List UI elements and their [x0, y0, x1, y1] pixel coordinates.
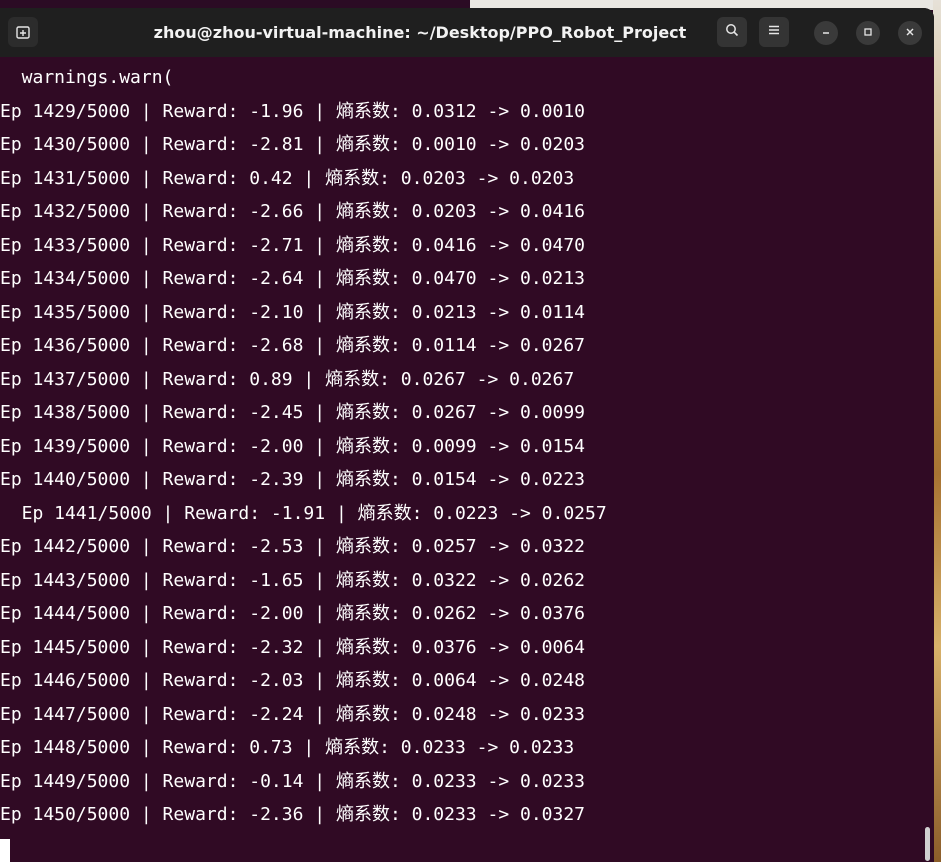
- scrollbar-thumb[interactable]: [925, 827, 930, 861]
- terminal-line: Ep 1432/5000 | Reward: -2.66 | 熵系数: 0.02…: [0, 201, 586, 222]
- terminal-line: Ep 1437/5000 | Reward: 0.89 | 熵系数: 0.026…: [0, 369, 575, 390]
- maximize-button[interactable]: [856, 21, 880, 45]
- terminal-line: warnings.warn(: [0, 67, 174, 88]
- terminal-line: Ep 1443/5000 | Reward: -1.65 | 熵系数: 0.03…: [0, 570, 586, 591]
- search-button[interactable]: [717, 17, 747, 47]
- terminal-line: Ep 1429/5000 | Reward: -1.96 | 熵系数: 0.03…: [0, 101, 586, 122]
- terminal-line: Ep 1435/5000 | Reward: -2.10 | 熵系数: 0.02…: [0, 302, 586, 323]
- terminal-line: Ep 1444/5000 | Reward: -2.00 | 熵系数: 0.02…: [0, 603, 586, 624]
- close-icon: [905, 24, 915, 42]
- terminal-window: zhou@zhou-virtual-machine: ~/Desktop/PPO…: [0, 8, 934, 862]
- menu-button[interactable]: [759, 17, 789, 47]
- hamburger-menu-icon: [767, 23, 781, 41]
- terminal-line: Ep 1450/5000 | Reward: -2.36 | 熵系数: 0.02…: [0, 804, 586, 825]
- terminal-output[interactable]: warnings.warn( Ep 1429/5000 | Reward: -1…: [0, 57, 934, 862]
- terminal-line: Ep 1441/5000 | Reward: -1.91 | 熵系数: 0.02…: [0, 503, 607, 524]
- search-icon: [725, 23, 739, 41]
- terminal-line: Ep 1433/5000 | Reward: -2.71 | 熵系数: 0.04…: [0, 235, 586, 256]
- terminal-line: Ep 1440/5000 | Reward: -2.39 | 熵系数: 0.01…: [0, 469, 586, 490]
- terminal-line: Ep 1436/5000 | Reward: -2.68 | 熵系数: 0.01…: [0, 335, 586, 356]
- terminal-line: Ep 1442/5000 | Reward: -2.53 | 熵系数: 0.02…: [0, 536, 586, 557]
- terminal-line: Ep 1439/5000 | Reward: -2.00 | 熵系数: 0.00…: [0, 436, 586, 457]
- desktop-background-edge: [933, 0, 941, 862]
- terminal-line: Ep 1449/5000 | Reward: -0.14 | 熵系数: 0.02…: [0, 771, 586, 792]
- title-bar[interactable]: zhou@zhou-virtual-machine: ~/Desktop/PPO…: [0, 8, 934, 57]
- window-title: zhou@zhou-virtual-machine: ~/Desktop/PPO…: [153, 23, 687, 42]
- terminal-line: Ep 1431/5000 | Reward: 0.42 | 熵系数: 0.020…: [0, 168, 575, 189]
- terminal-line: Ep 1430/5000 | Reward: -2.81 | 熵系数: 0.00…: [0, 134, 586, 155]
- terminal-line: Ep 1448/5000 | Reward: 0.73 | 熵系数: 0.023…: [0, 737, 575, 758]
- terminal-line: Ep 1445/5000 | Reward: -2.32 | 熵系数: 0.03…: [0, 637, 586, 658]
- maximize-icon: [863, 24, 873, 42]
- terminal-line: Ep 1447/5000 | Reward: -2.24 | 熵系数: 0.02…: [0, 704, 586, 725]
- new-tab-button[interactable]: [8, 17, 38, 47]
- text-cursor: [0, 839, 10, 862]
- minimize-icon: [821, 24, 831, 42]
- terminal-line: Ep 1434/5000 | Reward: -2.64 | 熵系数: 0.04…: [0, 268, 586, 289]
- terminal-line: Ep 1446/5000 | Reward: -2.03 | 熵系数: 0.00…: [0, 670, 586, 691]
- new-tab-icon: [16, 25, 30, 39]
- close-button[interactable]: [898, 21, 922, 45]
- terminal-line: Ep 1438/5000 | Reward: -2.45 | 熵系数: 0.02…: [0, 402, 586, 423]
- minimize-button[interactable]: [814, 21, 838, 45]
